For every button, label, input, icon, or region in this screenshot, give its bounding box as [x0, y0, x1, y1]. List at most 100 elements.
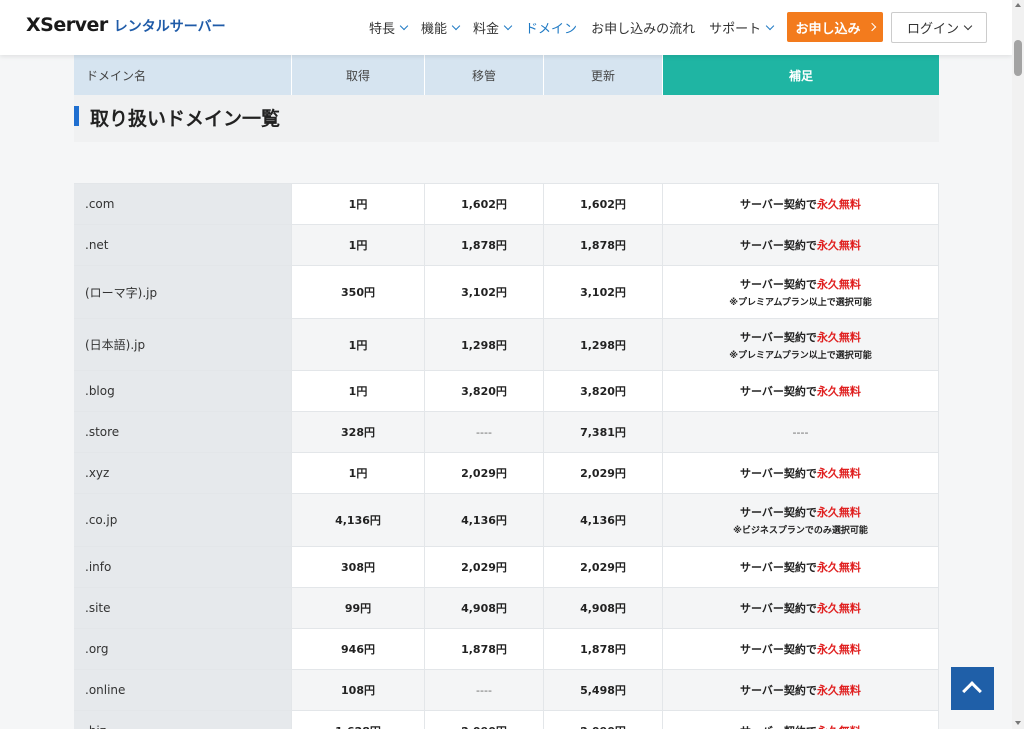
plan-requirement-note: ※プレミアムプラン以上で選択可能: [729, 350, 872, 361]
table-header: ドメイン名 取得 移管 更新 補足: [74, 55, 939, 95]
scrollbar-thumb[interactable]: [1014, 40, 1022, 76]
nav-item[interactable]: 機能: [421, 18, 461, 37]
transfer-price-cell: ----: [425, 670, 544, 710]
free-note-highlight: 永久無料: [816, 506, 861, 519]
acquire-price-cell: 946円: [292, 629, 425, 669]
nav-item[interactable]: 特長: [369, 18, 409, 37]
free-note-prefix: サーバー契約で: [740, 330, 817, 344]
note-cell: ----: [663, 412, 939, 452]
free-note-prefix: サーバー契約で: [740, 602, 817, 615]
nav-item[interactable]: サポート: [709, 18, 775, 37]
back-to-top-button[interactable]: [951, 667, 994, 710]
transfer-price-cell: 1,602円: [425, 184, 544, 224]
free-note-highlight: 永久無料: [816, 239, 861, 252]
acquire-price-cell: 308円: [292, 547, 425, 587]
domain-name-cell: (ローマ字).jp: [74, 266, 292, 318]
free-note-highlight: 永久無料: [816, 385, 861, 398]
chevron-down-icon: [503, 21, 513, 30]
table-row: .biz1,628円2,090円2,090円サーバー契約で永久無料: [74, 710, 939, 729]
renew-price-cell: 4,908円: [544, 588, 663, 628]
nav-item-label: 料金: [473, 22, 500, 37]
free-note-line: サーバー契約で永久無料: [740, 465, 861, 481]
nav-item[interactable]: ドメイン: [525, 18, 577, 37]
login-button[interactable]: ログイン: [891, 12, 987, 43]
transfer-price-cell: 4,136円: [425, 494, 544, 546]
chevron-down-icon: [963, 21, 973, 30]
free-note-highlight: 永久無料: [816, 602, 861, 615]
transfer-price-cell: 2,029円: [425, 547, 544, 587]
main-nav: 特長 機能 料金 ドメイン お申し込みの流れ サポート: [369, 18, 787, 37]
scroll-down-arrow-icon[interactable]: [1015, 721, 1021, 725]
table-row: .online 108円 ---- 5,498円 サーバー契約で永久無料: [74, 669, 939, 710]
free-note-line: サーバー契約で永久無料: [740, 504, 861, 520]
domain-name-cell: .com: [74, 184, 292, 224]
renew-price-cell: 3,102円: [544, 266, 663, 318]
free-note-line: サーバー契約で永久無料: [740, 196, 861, 212]
table-row: (ローマ字).jp 350円 3,102円 3,102円 サーバー契約で永久無料 ※プレミ…: [74, 265, 939, 318]
nav-item-label: サポート: [709, 22, 762, 37]
acquire-price-cell: 1円: [292, 319, 425, 370]
renew-price-cell: 1,878円: [544, 225, 663, 265]
renew-price-cell: 4,136円: [544, 494, 663, 546]
transfer-price-cell: 1,298円: [425, 319, 544, 370]
renew-price-cell: 1,878円: [544, 629, 663, 669]
column-header-acquire: 取得: [292, 55, 425, 95]
free-note-prefix: サーバー契約で: [740, 684, 817, 697]
acquire-price-cell: 99円: [292, 588, 425, 628]
plan-requirement-note: ※ビジネスプランでのみ選択可能: [733, 526, 868, 536]
site-logo[interactable]: XServer レンタルサーバー: [26, 14, 226, 38]
nav-item-label: 機能: [421, 22, 448, 37]
free-note-line: サーバー契約で永久無料: [740, 329, 861, 345]
table-row: .co.jp 4,136円 4,136円 4,136円 サーバー契約で永久無料 ※ビジネス…: [74, 493, 939, 546]
renew-price-cell: 2,029円: [544, 453, 663, 493]
transfer-price-cell: 1,878円: [425, 629, 544, 669]
column-header-transfer: 移管: [425, 55, 544, 95]
note-cell: サーバー契約で永久無料 ※ビジネスプランでのみ選択可能: [663, 494, 939, 546]
table-row: .site 99円 4,908円 4,908円 サーバー契約で永久無料: [74, 587, 939, 628]
free-note-prefix: サーバー契約で: [740, 561, 817, 574]
transfer-price-cell: 2,029円: [425, 453, 544, 493]
nav-item[interactable]: お申し込みの流れ: [591, 18, 695, 37]
free-note-highlight: 永久無料: [816, 684, 861, 697]
table-row: .org 946円 1,878円 1,878円 サーバー契約で永久無料: [74, 628, 939, 669]
note-cell: サーバー契約で永久無料: [663, 371, 939, 411]
domain-name-cell: .co.jp: [74, 494, 292, 546]
free-note-line: サーバー契約で永久無料: [740, 600, 861, 616]
plan-requirement-note: ※プレミアムプラン以上で選択可能: [729, 298, 872, 308]
acquire-price-cell: 1円: [292, 184, 425, 224]
domain-name-cell: .store: [74, 412, 292, 452]
transfer-price-cell: 4,908円: [425, 588, 544, 628]
note-cell: サーバー契約で永久無料: [663, 588, 939, 628]
table-row: .com 1円 1,602円 1,602円 サーバー契約で永久無料: [74, 183, 939, 224]
transfer-price-cell: 3,820円: [425, 371, 544, 411]
free-note-highlight: 永久無料: [816, 561, 861, 574]
free-note-highlight: 永久無料: [816, 643, 861, 656]
renew-price-cell: 7,381円: [544, 412, 663, 452]
scrollbar[interactable]: [1012, 0, 1024, 729]
domain-name-cell: .online: [74, 670, 292, 710]
free-note-prefix: サーバー契約で: [740, 239, 817, 252]
login-button-label: ログイン: [906, 22, 959, 37]
free-note-prefix: サーバー契約で: [740, 506, 817, 519]
renew-price-cell: 3,820円: [544, 371, 663, 411]
apply-button[interactable]: お申し込み: [787, 12, 883, 42]
transfer-price-cell: 3,102円: [425, 266, 544, 318]
note-cell: サーバー契約で永久無料: [663, 670, 939, 710]
note-cell: サーバー契約で永久無料: [663, 629, 939, 669]
note-cell: サーバー契約で永久無料: [663, 453, 939, 493]
free-note-prefix: サーバー契約で: [740, 278, 817, 291]
free-note-prefix: サーバー契約で: [740, 198, 817, 211]
site-header: XServer レンタルサーバー 特長 機能 料金 ドメイン お申し込みの流れ サポート …: [0, 0, 1012, 55]
domain-name-cell: .net: [74, 225, 292, 265]
note-dash: ----: [792, 425, 809, 439]
free-note-highlight: 永久無料: [816, 467, 861, 480]
table-row: .store 328円 ---- 7,381円 ----: [74, 411, 939, 452]
scroll-up-arrow-icon[interactable]: [1015, 3, 1021, 7]
free-note-line: サーバー契約で永久無料: [740, 237, 861, 253]
nav-item[interactable]: 料金: [473, 18, 513, 37]
nav-item-label: ドメイン: [525, 22, 578, 37]
free-note-prefix: サーバー契約で: [740, 467, 817, 480]
section-accent-bar: [74, 106, 79, 126]
free-note-line: サーバー契約で永久無料: [740, 641, 861, 657]
free-note-highlight: 永久無料: [817, 725, 861, 729]
